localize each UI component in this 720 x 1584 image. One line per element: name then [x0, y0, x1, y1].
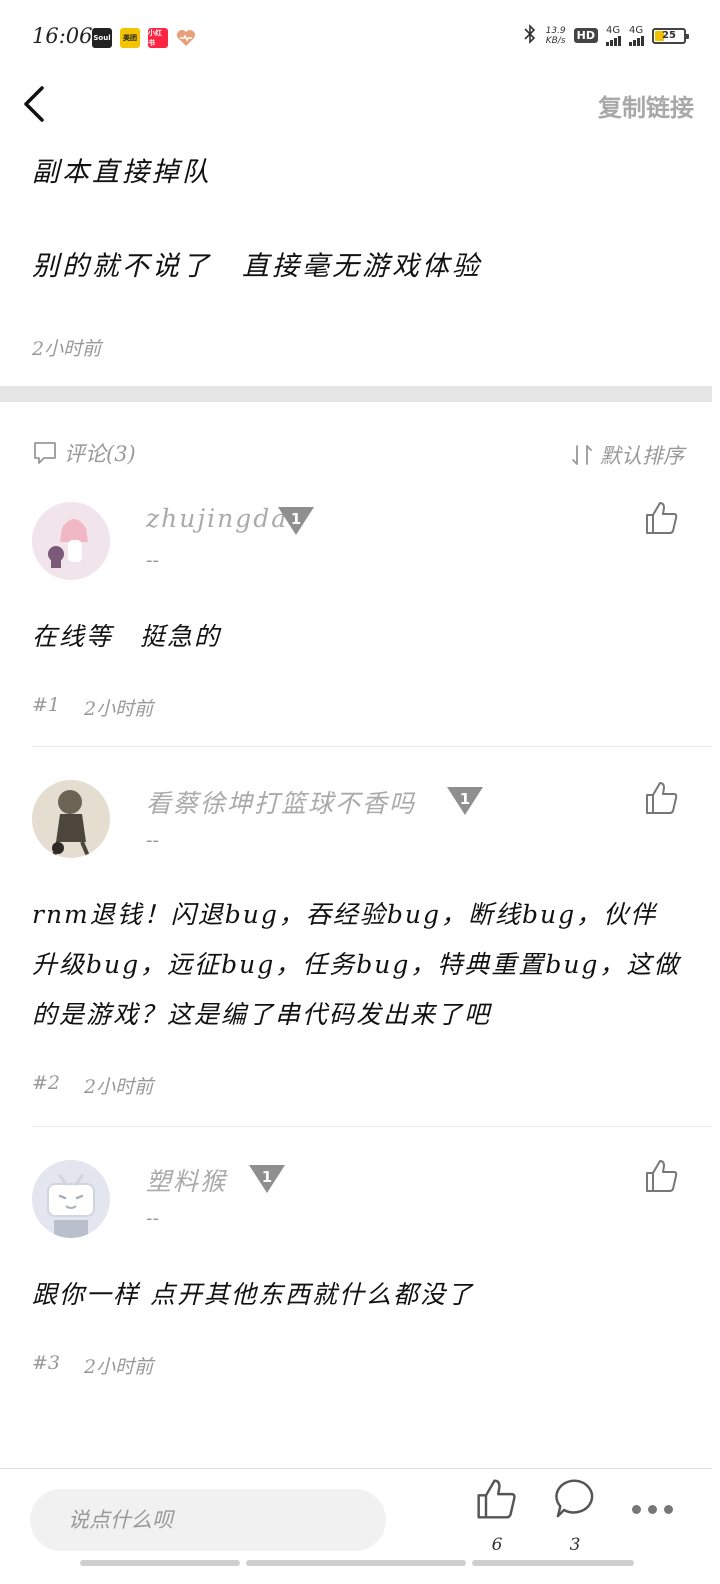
status-time: 16:06: [32, 24, 93, 48]
thumbs-up-icon: [477, 1479, 516, 1519]
sort-label: 默认排序: [600, 444, 684, 468]
comment-floor: #2: [32, 1072, 61, 1094]
battery-level: 25: [662, 30, 676, 41]
thumbs-up-icon: [646, 502, 678, 534]
avatar[interactable]: [32, 780, 110, 858]
comment-username[interactable]: 看蔡徐坤打篮球不香吗: [146, 784, 416, 820]
thumbs-up-icon: [646, 1160, 678, 1192]
signal-4g-1: 4G: [606, 25, 621, 46]
svg-text:1: 1: [460, 790, 470, 808]
sort-icon: [572, 445, 592, 465]
status-right-cluster: 13.9 KB/s HD 4G 4G 25: [522, 24, 689, 47]
svg-text:1: 1: [262, 1168, 272, 1186]
comment-meta: #3 2小时前: [32, 1352, 153, 1379]
post-text-line-1: 副本直接掉队: [32, 157, 212, 188]
comment-floor: #1: [32, 694, 61, 716]
heart-app-icon: [176, 28, 196, 48]
comment-like-button[interactable]: [644, 500, 680, 536]
comment-separator: [32, 1126, 712, 1127]
comment-user-sub: --: [146, 1208, 159, 1229]
comment-username[interactable]: 塑料猴: [146, 1162, 227, 1198]
notification-icons: Soul 美团 小红书: [92, 28, 196, 48]
gesture-nav-bar: [472, 1560, 634, 1566]
comment-username[interactable]: zhujingda: [146, 504, 288, 533]
post-like-button[interactable]: 6: [472, 1477, 522, 1557]
comment-count: 3: [569, 1535, 581, 1555]
comment-text: rnm退钱！闪退bug，吞经验bug，断线bug，伙伴升级bug，远征bug，任…: [32, 900, 681, 1029]
hd-badge: HD: [573, 28, 598, 43]
reply-input[interactable]: [30, 1489, 386, 1551]
comment-like-button[interactable]: [644, 1158, 680, 1194]
more-options-button[interactable]: [632, 1505, 673, 1514]
net-speed: 13.9 KB/s: [545, 25, 566, 46]
xiaohongshu-app-icon: 小红书: [148, 28, 168, 48]
level-badge-icon: 1: [278, 507, 314, 535]
back-button[interactable]: [16, 84, 56, 124]
post-timestamp: 2小时前: [32, 338, 102, 360]
battery-icon: 25: [652, 27, 689, 44]
comment-time: 2小时前: [84, 1076, 154, 1098]
comment-bubble-icon: [555, 1479, 594, 1518]
signal-bars-icon: [629, 35, 644, 46]
comment-time: 2小时前: [84, 1356, 154, 1378]
comment-meta: #1 2小时前: [32, 694, 153, 721]
post-detail-page: 16:06 Soul 美团 小红书 13.9 KB/s HD 4G 4G 25 …: [0, 0, 720, 1584]
comment-meta: #2 2小时前: [32, 1072, 153, 1099]
more-dot-icon: [632, 1505, 641, 1514]
signal-4g-2: 4G: [629, 25, 644, 46]
comments-header: 评论(3): [32, 438, 136, 468]
soul-app-icon: Soul: [92, 28, 112, 48]
section-divider: [0, 386, 712, 402]
comment-text: 跟你一样 点开其他东西就什么都没了: [32, 1280, 474, 1309]
comment-text: 在线等 挺急的: [32, 622, 222, 651]
level-badge-icon: 1: [249, 1165, 285, 1193]
gesture-nav-bar: [246, 1560, 466, 1566]
comment-user-sub: --: [146, 830, 159, 851]
more-dot-icon: [648, 1505, 657, 1514]
like-count: 6: [491, 1535, 503, 1555]
avatar[interactable]: [32, 1160, 110, 1238]
comment-like-button[interactable]: [644, 780, 680, 816]
level-badge-icon: 1: [447, 787, 483, 815]
copy-link-button[interactable]: 复制链接: [598, 88, 694, 123]
comment-time: 2小时前: [84, 698, 154, 720]
meituan-app-icon: 美团: [120, 28, 140, 48]
avatar[interactable]: [32, 502, 110, 580]
comment-bubble-icon: [34, 442, 56, 464]
comment-floor: #3: [32, 1352, 61, 1374]
post-text-line-2: 别的就不说了 直接毫无游戏体验: [32, 251, 482, 282]
sort-button[interactable]: 默认排序: [570, 440, 684, 470]
comment-user-sub: --: [146, 550, 159, 571]
svg-text:1: 1: [291, 510, 301, 528]
post-comment-button[interactable]: 3: [550, 1477, 600, 1557]
gesture-nav-bar: [80, 1560, 240, 1566]
signal-bars-icon: [606, 35, 621, 46]
bluetooth-icon: [522, 24, 538, 47]
chevron-left-icon: [24, 86, 44, 122]
more-dot-icon: [664, 1505, 673, 1514]
thumbs-up-icon: [646, 782, 678, 814]
bottom-action-bar: 6 3: [0, 1468, 712, 1584]
comments-count-label: 评论(3): [64, 442, 136, 466]
status-bar: 16:06 Soul 美团 小红书 13.9 KB/s HD 4G 4G 25: [0, 0, 720, 76]
comment-separator: [32, 746, 712, 747]
